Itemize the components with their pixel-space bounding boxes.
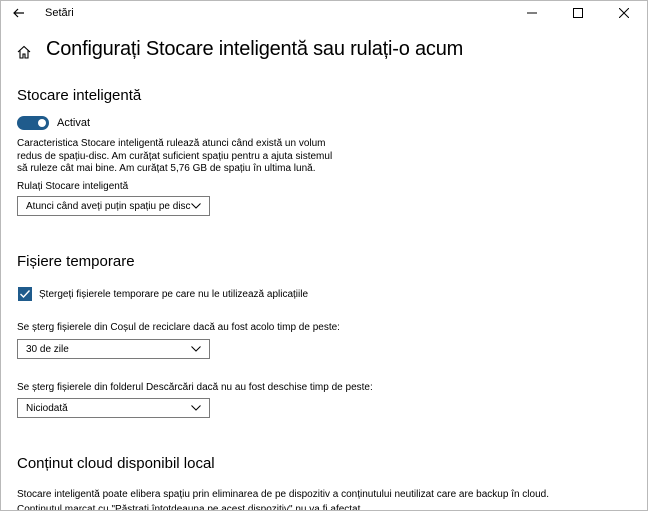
cloud-description-line-2: Conținutul marcat cu "Păstrați întotdeau… (17, 504, 364, 511)
cloud-description-line: Stocare inteligentă poate elibera spațiu… (17, 489, 549, 500)
minimize-icon (527, 12, 537, 14)
page-title: Configurați Stocare inteligentă sau rula… (46, 38, 464, 60)
minimize-button[interactable] (509, 1, 555, 25)
run-storage-sense-dropdown[interactable]: Atunci când aveți puțin spațiu pe disc (17, 196, 210, 216)
app-title: Setări (45, 7, 74, 19)
storage-sense-description: Caracteristica Stocare inteligentă rulea… (17, 138, 333, 174)
run-storage-sense-label: Rulați Stocare inteligentă (17, 181, 129, 192)
storage-sense-toggle[interactable] (17, 116, 49, 130)
temp-files-heading: Fișiere temporare (17, 253, 135, 270)
cloud-content-description: Stocare inteligentă poate elibera spațiu… (17, 487, 637, 511)
delete-temp-files-label: Ștergeți fișierele temporare pe care nu … (39, 289, 309, 300)
maximize-icon (573, 8, 583, 18)
chevron-down-icon (191, 346, 201, 352)
recycle-bin-value: 30 de zile (26, 344, 69, 355)
chevron-down-icon (191, 203, 201, 209)
storage-sense-heading: Stocare inteligentă (17, 87, 142, 104)
downloads-value: Niciodată (26, 403, 68, 414)
recycle-bin-label: Se șterg fișierele din Coșul de reciclar… (17, 322, 340, 333)
cloud-content-heading: Conținut cloud disponibil local (17, 455, 215, 472)
title-bar: Setări (1, 1, 647, 25)
close-button[interactable] (601, 1, 647, 25)
home-icon[interactable] (17, 45, 31, 59)
recycle-bin-dropdown[interactable]: 30 de zile (17, 339, 210, 359)
delete-temp-files-checkbox[interactable] (18, 287, 32, 301)
checkmark-icon (20, 290, 30, 298)
chevron-down-icon (191, 405, 201, 411)
toggle-label: Activat (57, 117, 91, 129)
downloads-dropdown[interactable]: Niciodată (17, 398, 210, 418)
settings-window: Setări Configurați Stocare inteligentă s… (0, 0, 648, 511)
downloads-label: Se șterg fișierele din folderul Descărcă… (17, 382, 373, 393)
run-storage-sense-value: Atunci când aveți puțin spațiu pe disc (26, 201, 191, 212)
back-arrow-icon[interactable] (11, 5, 27, 21)
toggle-knob (38, 119, 46, 127)
close-icon (619, 8, 629, 18)
maximize-button[interactable] (555, 1, 601, 25)
